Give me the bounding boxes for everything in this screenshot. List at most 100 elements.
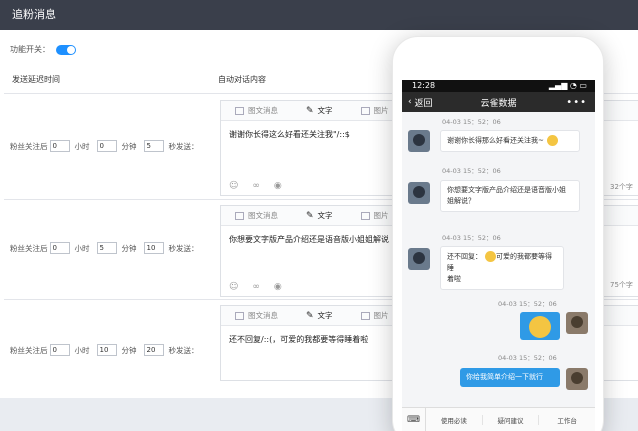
bubble-text: 还不回复： <box>447 252 482 261</box>
more-icon[interactable]: ••• <box>566 97 587 108</box>
feature-toggle-row: 功能开关： <box>10 44 76 55</box>
news-icon <box>235 211 244 220</box>
tab-news[interactable]: 图文消息 <box>235 310 278 321</box>
tab-text[interactable]: ✎ 文字 <box>306 210 333 221</box>
day-input[interactable]: 0 <box>49 242 70 254</box>
tab-news[interactable]: 图文消息 <box>235 210 278 221</box>
menu-item-workbench[interactable]: 工作台 <box>539 415 595 425</box>
user-avatar <box>566 368 588 390</box>
eye-icon[interactable]: ◉ <box>274 181 282 191</box>
chat-bubble-in: 还不回复： 可爱的我都要等得睡 着啦 <box>440 246 564 290</box>
status-bar: 12:28 ▂▄▆ ◔ ▭ <box>402 80 595 92</box>
tab-text[interactable]: ✎ 文字 <box>306 310 333 321</box>
emoji-icon <box>529 316 551 338</box>
chat-bubble-in: 谢谢你长得那么好看还关注我~ <box>440 130 580 152</box>
tab-text-label: 文字 <box>317 311 333 320</box>
hour-input[interactable]: 10 <box>96 344 117 356</box>
tab-image[interactable]: 图片 <box>360 210 389 221</box>
link-icon[interactable]: ∞ <box>252 282 260 292</box>
tab-image-label: 图片 <box>373 106 389 115</box>
char-count: 75个字 <box>610 281 633 289</box>
hour-unit: 小时 <box>74 141 90 151</box>
page-header: 追粉消息 <box>0 0 638 30</box>
hour-unit: 小时 <box>74 243 90 253</box>
editor-toolbar: ☺ ∞ ◉ <box>229 282 282 292</box>
news-icon <box>235 106 244 115</box>
message-time: 04-03 15：52：06 <box>442 167 501 175</box>
menu-item-feedback[interactable]: 疑问建议 <box>483 414 540 425</box>
chat-bubble-out: 你给我简单介绍一下就行 <box>460 368 560 387</box>
pen-icon: ✎ <box>306 105 314 116</box>
bubble-text: 着啦 <box>447 274 461 283</box>
delay-settings: 粉丝关注后 0 小时 5 分钟 10 秒发送： <box>10 242 204 254</box>
message-time: 04-03 15：52：06 <box>498 300 557 308</box>
eye-icon[interactable]: ◉ <box>274 282 282 292</box>
delay-settings: 粉丝关注后 0 小时 0 分钟 5 秒发送： <box>10 140 204 152</box>
editor-toolbar: ☺ ∞ ◉ <box>229 181 282 191</box>
minute-unit: 分钟 <box>121 345 137 355</box>
delay-prefix: 粉丝关注后 <box>10 345 48 355</box>
image-icon <box>360 106 370 115</box>
column-header-delay: 发送延迟时间 <box>12 75 60 84</box>
message-time: 04-03 15：52：06 <box>498 354 557 362</box>
tab-text-label: 文字 <box>317 211 333 220</box>
bubble-text: 谢谢你长得那么好看还关注我~ <box>447 136 544 145</box>
bubble-text: 姐解说？ <box>447 197 475 205</box>
signal-icon: ▂▄▆ ◔ ▭ <box>548 81 587 90</box>
day-input[interactable]: 0 <box>49 140 70 152</box>
phone-screen: 12:28 ▂▄▆ ◔ ▭ ‹ 返回 云雀数据 ••• 04-03 15：52：… <box>402 80 595 431</box>
minute-unit: 分钟 <box>121 141 137 151</box>
delay-suffix: 秒发送： <box>168 345 199 355</box>
page-title: 追粉消息 <box>12 8 56 21</box>
chat-menu-bar: ⌨ 使用必读 疑问建议 工作台 <box>402 407 595 431</box>
tab-image-label: 图片 <box>373 311 389 320</box>
delay-settings: 粉丝关注后 0 小时 10 分钟 20 秒发送： <box>10 344 204 356</box>
tab-image-label: 图片 <box>373 211 389 220</box>
status-clock: 12:28 <box>412 81 436 90</box>
minute-input[interactable]: 10 <box>143 242 164 254</box>
tab-news[interactable]: 图文消息 <box>235 105 278 116</box>
toggle-knob <box>67 45 75 54</box>
column-header-content: 自动对话内容 <box>218 75 266 84</box>
emoji-icon[interactable]: ☺ <box>229 282 238 292</box>
bot-avatar <box>408 248 430 270</box>
minute-unit: 分钟 <box>121 243 137 253</box>
day-input[interactable]: 0 <box>49 344 70 356</box>
minute-input[interactable]: 20 <box>143 344 164 356</box>
tab-news-label: 图文消息 <box>248 211 278 220</box>
bot-avatar <box>408 182 430 204</box>
bubble-text: 你想要文字版产品介绍还是语音版小姐 <box>447 186 566 194</box>
bot-avatar <box>408 130 430 152</box>
hour-input[interactable]: 0 <box>96 140 117 152</box>
link-icon[interactable]: ∞ <box>252 181 260 191</box>
chat-navbar: ‹ 返回 云雀数据 ••• <box>402 92 595 112</box>
tab-image[interactable]: 图片 <box>360 310 389 321</box>
hour-input[interactable]: 5 <box>96 242 117 254</box>
tab-text[interactable]: ✎ 文字 <box>306 105 333 116</box>
image-icon <box>360 211 370 220</box>
keyboard-icon[interactable]: ⌨ <box>402 407 426 431</box>
menu-item-guide[interactable]: 使用必读 <box>426 414 483 425</box>
sunglasses-emoji-icon <box>546 135 558 146</box>
pen-icon: ✎ <box>306 310 314 321</box>
tab-image[interactable]: 图片 <box>360 105 389 116</box>
message-time: 04-03 15：52：06 <box>442 118 501 126</box>
delay-suffix: 秒发送： <box>168 141 199 151</box>
bubble-text: 你给我简单介绍一下就行 <box>466 373 543 381</box>
sad-emoji-icon <box>485 251 496 262</box>
delay-prefix: 粉丝关注后 <box>10 243 48 253</box>
toggle-label: 功能开关： <box>10 45 50 54</box>
delay-prefix: 粉丝关注后 <box>10 141 48 151</box>
image-icon <box>360 311 370 320</box>
tab-text-label: 文字 <box>317 106 333 115</box>
pen-icon: ✎ <box>306 210 314 221</box>
message-time: 04-03 15：52：06 <box>442 234 501 242</box>
emoji-icon[interactable]: ☺ <box>229 181 238 191</box>
tab-news-label: 图文消息 <box>248 311 278 320</box>
news-icon <box>235 311 244 320</box>
char-count: 32个字 <box>610 183 633 191</box>
minute-input[interactable]: 5 <box>143 140 164 152</box>
chat-bubble-in: 你想要文字版产品介绍还是语音版小姐 姐解说？ <box>440 180 580 212</box>
delay-suffix: 秒发送： <box>168 243 199 253</box>
feature-toggle[interactable] <box>56 44 76 55</box>
